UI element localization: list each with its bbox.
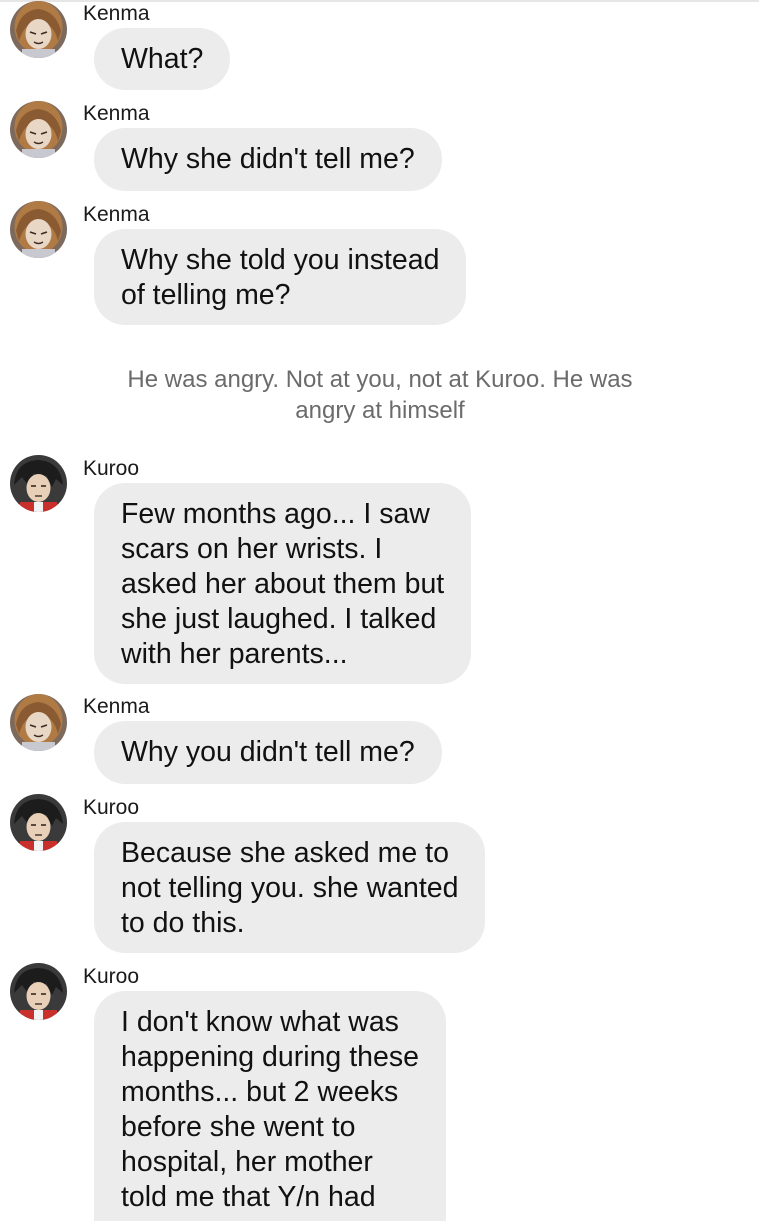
kenma-avatar[interactable] <box>10 201 67 258</box>
message-bubble[interactable]: Why you didn't tell me? <box>94 721 442 784</box>
message-bubble[interactable]: Because she asked me to not telling you.… <box>94 822 486 953</box>
kuroo-avatar[interactable] <box>10 455 67 512</box>
kenma-avatar[interactable] <box>10 101 67 158</box>
sender-name: Kenma <box>83 203 150 226</box>
kenma-avatar[interactable] <box>10 694 67 751</box>
sender-name: Kenma <box>83 2 150 25</box>
message-bubble[interactable]: What? <box>94 28 231 90</box>
chat-thread[interactable]: Kenma What? Kenma Why she didn't tell me… <box>0 0 759 1221</box>
sender-name: Kuroo <box>83 796 140 819</box>
sender-name: Kuroo <box>83 965 140 988</box>
sender-name: Kuroo <box>83 457 140 480</box>
kuroo-avatar[interactable] <box>10 794 67 851</box>
message-bubble[interactable]: Why she told you instead of telling me? <box>94 229 467 325</box>
narration-text: He was angry. Not at you, not at Kuroo. … <box>127 366 633 424</box>
sender-name: Kenma <box>83 102 150 125</box>
message-bubble[interactable]: Why she didn't tell me? <box>94 128 442 191</box>
message-bubble[interactable]: Few months ago... I saw scars on her wri… <box>94 483 472 684</box>
sender-name: Kenma <box>83 695 150 718</box>
kuroo-avatar[interactable] <box>10 963 67 1020</box>
message-bubble[interactable]: I don't know what was happening during t… <box>94 991 446 1221</box>
kenma-avatar[interactable] <box>10 1 67 58</box>
